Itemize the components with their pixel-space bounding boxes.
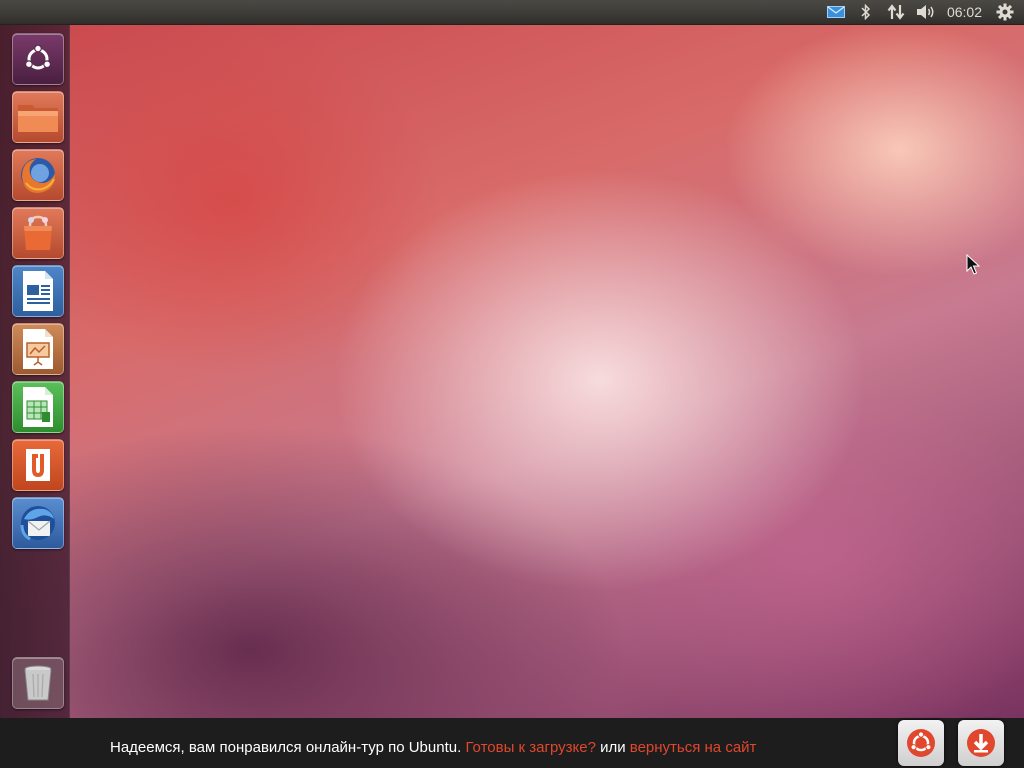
bluetooth-indicator[interactable] bbox=[851, 0, 881, 24]
volume-indicator[interactable] bbox=[911, 0, 941, 24]
ubuntu-one-icon bbox=[26, 449, 50, 481]
shopping-bag-icon bbox=[24, 215, 52, 250]
tour-bar: Надеемся, вам понравился онлайн-тур по U… bbox=[0, 718, 1024, 768]
firefox-icon bbox=[21, 158, 56, 193]
network-indicator[interactable] bbox=[881, 0, 911, 24]
launcher-item-trash[interactable] bbox=[12, 657, 64, 709]
mouse-cursor-icon bbox=[966, 254, 980, 275]
launcher-item-software-center[interactable] bbox=[12, 207, 64, 259]
thunderbird-icon bbox=[20, 506, 55, 541]
folder-icon bbox=[18, 105, 58, 132]
tour-message: Надеемся, вам понравился онлайн-тур по U… bbox=[110, 739, 756, 756]
launcher-item-libreoffice-calc[interactable] bbox=[12, 381, 64, 433]
launcher-item-thunderbird[interactable] bbox=[12, 497, 64, 549]
top-panel: 06:02 bbox=[0, 0, 1024, 25]
mail-indicator[interactable] bbox=[821, 0, 851, 24]
volume-icon bbox=[916, 5, 934, 19]
download-button[interactable] bbox=[958, 720, 1004, 766]
launcher-item-ubuntu-one[interactable] bbox=[12, 439, 64, 491]
ubuntu-logo-icon bbox=[25, 44, 52, 70]
ubuntu-site-icon bbox=[907, 729, 935, 757]
desktop-wallpaper bbox=[0, 0, 1024, 718]
download-link[interactable]: Готовы к загрузке? bbox=[465, 739, 595, 756]
impress-presentation-icon bbox=[23, 329, 53, 369]
mail-icon bbox=[826, 6, 845, 18]
ubuntu-site-button[interactable] bbox=[898, 720, 944, 766]
launcher-item-libreoffice-writer[interactable] bbox=[12, 265, 64, 317]
bluetooth-icon bbox=[861, 4, 871, 20]
clock[interactable]: 06:02 bbox=[941, 4, 990, 20]
download-icon bbox=[967, 729, 995, 757]
launcher-item-dash-home[interactable] bbox=[12, 33, 64, 85]
or-text: или bbox=[595, 739, 630, 756]
launcher-item-libreoffice-impress[interactable] bbox=[12, 323, 64, 375]
gear-icon bbox=[996, 3, 1014, 21]
launcher-item-home-folder[interactable] bbox=[12, 91, 64, 143]
network-icon bbox=[887, 4, 905, 20]
writer-document-icon bbox=[23, 271, 53, 311]
calc-spreadsheet-icon bbox=[23, 387, 53, 427]
tour-message-text: Надеемся, вам понравился онлайн-тур по U… bbox=[110, 739, 466, 756]
return-to-site-link[interactable]: вернуться на сайт bbox=[630, 739, 757, 756]
session-menu[interactable] bbox=[990, 0, 1020, 24]
launcher-item-firefox[interactable] bbox=[12, 149, 64, 201]
launcher bbox=[0, 25, 70, 718]
trash-icon bbox=[24, 665, 52, 701]
